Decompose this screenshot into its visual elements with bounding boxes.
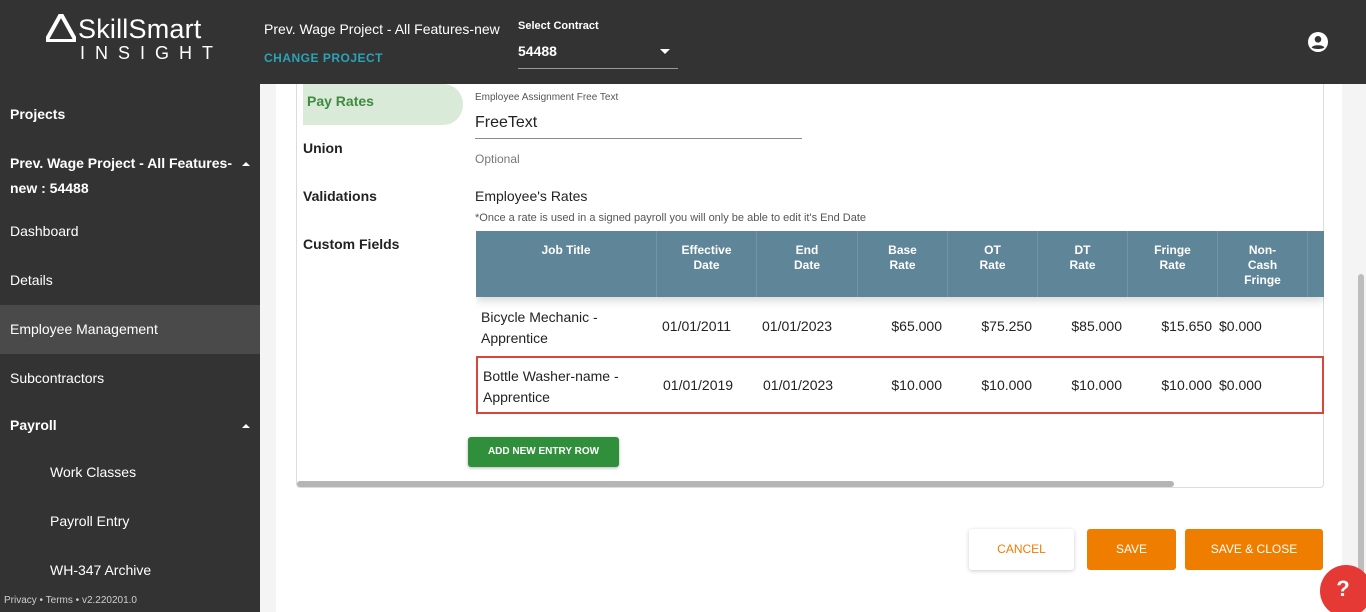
column-header-text: End [795,243,819,257]
current-project-name: Prev. Wage Project - All Features-new [264,21,500,37]
column-header-text: Date [693,258,720,272]
sidebar-item-wh347-archive[interactable]: WH-347 Archive [0,562,260,578]
tab-custom-fields[interactable]: Custom Fields [303,236,399,252]
column-header-ot-rate[interactable]: OT Rate [948,231,1038,297]
column-header-fringe-rate[interactable]: Fringe Rate [1128,231,1218,297]
assignment-free-text-input[interactable]: FreeText [475,114,802,139]
column-header-text: Effective [681,243,732,257]
chevron-up-icon [242,162,250,166]
assignment-free-text-hint: Optional [475,152,520,166]
column-header-text: DT [1074,243,1091,257]
cell-base-rate: $10.000 [891,377,942,393]
logo-subtext: INSIGHT [80,43,224,63]
cell-job-title-line1: Bicycle Mechanic - [481,309,598,325]
contract-select-label: Select Contract [518,20,599,32]
sidebar-item-dashboard[interactable]: Dashboard [0,223,260,239]
save-and-close-button[interactable]: SAVE & CLOSE [1185,529,1323,570]
table-row[interactable]: Bicycle Mechanic - Apprentice 01/01/2011… [476,297,1324,356]
cell-effective-date: 01/01/2011 [662,318,732,334]
sidebar-item-payroll-entry[interactable]: Payroll Entry [0,513,260,529]
sidebar-payroll-label: Payroll [10,417,57,433]
cell-job-title: Bicycle Mechanic - Apprentice [481,307,598,349]
cell-non-cash-fringe: $0.000 [1219,318,1262,334]
change-project-link[interactable]: CHANGE PROJECT [264,51,383,65]
sidebar-item-projects[interactable]: Projects [0,106,260,122]
cell-job-title-line2: Apprentice [481,330,548,346]
top-app-bar: SkillSmart INSIGHT Prev. Wage Project - … [0,0,1366,84]
column-header-text: Rate [1159,258,1186,272]
column-header-effective-date[interactable]: Effective Date [657,231,757,297]
cell-effective-date: 01/01/2019 [663,377,734,393]
sidebar-item-details[interactable]: Details [0,272,260,288]
column-header-text: Cash [1247,258,1278,272]
sidebar-item-employee-management[interactable]: Employee Management [0,305,260,354]
column-header-text: Base [888,243,917,257]
logo-mark-icon [46,14,76,42]
column-header-base-rate[interactable]: Base Rate [858,231,948,297]
sidebar-item-current-project[interactable]: Prev. Wage Project - All Features- new :… [0,151,260,201]
column-header-text: Date [793,258,820,272]
cell-non-cash-fringe: $0.000 [1219,377,1262,393]
cell-job-title: Bottle Washer-name - Apprentice [483,366,619,408]
sidebar-project-line1: Prev. Wage Project - All Features- [10,155,232,171]
chevron-up-icon [242,424,250,428]
help-icon: ? [1336,576,1350,601]
help-button[interactable]: ? [1320,565,1366,612]
sidebar-item-payroll[interactable]: Payroll [0,417,260,433]
sidebar-nav: Projects Prev. Wage Project - All Featur… [0,84,260,612]
tab-pay-rates[interactable]: Pay Rates [303,84,463,125]
column-header-end-date[interactable]: End Date [757,231,858,297]
column-header-text: Rate [1069,258,1096,272]
column-header-text: Rate [889,258,916,272]
skillsmart-logo[interactable]: SkillSmart INSIGHT [46,14,218,66]
cell-end-date: 01/01/2023 [762,318,833,334]
column-header-text: Fringe [1244,273,1281,287]
logo-text: SkillSmart [78,14,202,44]
contract-select-value: 54488 [518,43,557,59]
contract-select[interactable]: Select Contract 54488 [518,20,678,69]
sidebar-item-work-classes[interactable]: Work Classes [0,464,260,480]
employee-rates-title: Employee's Rates [475,188,588,204]
rates-table: Job Title Effective Date End Date Base R… [476,231,1324,415]
column-header-text: Non- [1248,243,1277,257]
cell-end-date: 01/01/2023 [763,377,834,393]
account-circle-icon[interactable] [1307,31,1329,53]
cell-dt-rate: $85.000 [1071,318,1122,334]
cancel-button[interactable]: CANCEL [969,529,1074,570]
column-header-text: Job Title [541,243,591,257]
sidebar-item-subcontractors[interactable]: Subcontractors [0,370,260,386]
sidebar-project-line2: new : 54488 [10,180,89,196]
horizontal-scrollbar[interactable] [297,481,1174,487]
column-header-text: Fringe [1154,243,1191,257]
rates-table-header: Job Title Effective Date End Date Base R… [476,231,1324,297]
column-header-dt-rate[interactable]: DT Rate [1038,231,1128,297]
column-header-text: OT [984,243,1001,257]
cell-fringe-rate: $10.000 [1161,377,1212,393]
add-new-entry-row-button[interactable]: ADD NEW ENTRY ROW [468,437,619,467]
chevron-down-icon [660,49,670,54]
vertical-scrollbar[interactable] [1358,274,1364,594]
employee-rates-note: *Once a rate is used in a signed payroll… [475,212,866,224]
tab-union[interactable]: Union [303,140,343,156]
table-row-selected[interactable]: Bottle Washer-name - Apprentice 01/01/20… [476,356,1324,414]
assignment-free-text-label: Employee Assignment Free Text [475,92,619,103]
column-header-job-title[interactable]: Job Title [476,231,657,297]
cell-dt-rate: $10.000 [1071,377,1122,393]
column-header-text: Rate [979,258,1006,272]
cell-base-rate: $65.000 [891,318,942,334]
save-button[interactable]: SAVE [1087,529,1176,570]
cell-job-title-line1: Bottle Washer-name - [483,368,619,384]
cell-fringe-rate: $15.650 [1161,318,1212,334]
column-header-non-cash-fringe[interactable]: Non- Cash Fringe [1218,231,1308,297]
footer-links[interactable]: Privacy • Terms • v2.220201.0 [4,595,137,606]
cell-job-title-line2: Apprentice [483,389,550,405]
tab-validations[interactable]: Validations [303,188,377,204]
cell-ot-rate: $10.000 [981,377,1032,393]
cell-ot-rate: $75.250 [981,318,1032,334]
